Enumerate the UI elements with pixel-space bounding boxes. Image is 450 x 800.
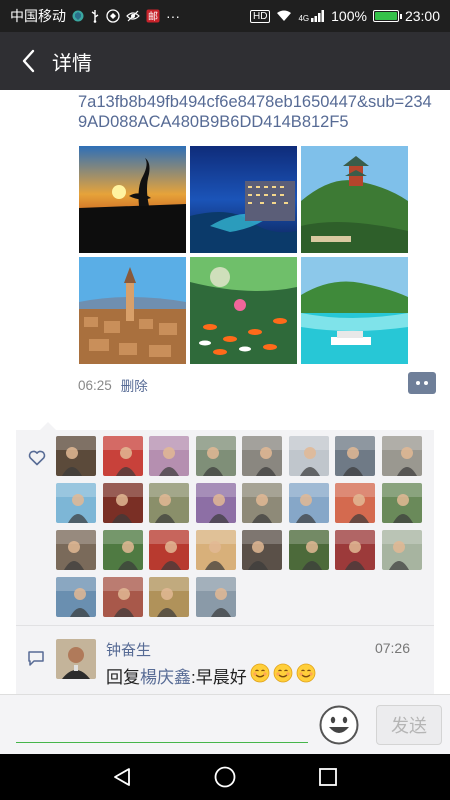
battery-percent: 100%	[331, 8, 367, 24]
liker-avatar[interactable]	[195, 530, 236, 570]
wifi-icon	[276, 10, 292, 22]
post-time: 06:25	[78, 377, 112, 393]
post-detail: 7a13fb8b49fb494cf6e8478eb1650447&sub=234…	[0, 90, 450, 694]
dot-icon	[424, 381, 428, 385]
liker-avatar[interactable]	[335, 530, 375, 570]
photo-pagoda-hill[interactable]	[301, 146, 408, 253]
photo-tropical-island[interactable]	[301, 257, 408, 364]
comment-author[interactable]: 钟奋生	[106, 639, 151, 660]
nav-back-button[interactable]	[102, 757, 142, 797]
comment-input-bar: 发送	[0, 694, 450, 754]
status-bar: 中国移动 邮 ··· HD 4G 100% 23:00	[0, 0, 450, 32]
caret	[40, 422, 56, 430]
post-meta: 06:25 删除	[78, 372, 436, 396]
photo-grid	[79, 146, 409, 364]
liker-avatar[interactable]	[149, 436, 189, 476]
post-link-text[interactable]: 7a13fb8b49fb494cf6e8478eb1650447&sub=234…	[78, 92, 438, 132]
liker-avatar[interactable]	[149, 483, 189, 523]
liker-avatar[interactable]	[381, 436, 422, 476]
photo-koi-pond[interactable]	[190, 257, 297, 364]
photo-sunset-crane[interactable]	[79, 146, 186, 253]
square-recent-icon	[319, 768, 338, 786]
liker-avatar[interactable]	[102, 436, 143, 476]
liker-avatar[interactable]	[242, 436, 282, 476]
comment-input[interactable]	[16, 703, 308, 743]
liker-avatar[interactable]	[381, 483, 422, 523]
comment-body: 回复 楊庆鑫 :早晨好	[106, 663, 316, 688]
comment-author-avatar[interactable]	[56, 639, 96, 679]
nav-recent-button[interactable]	[308, 757, 348, 797]
liker-avatar[interactable]	[288, 436, 329, 476]
delete-link[interactable]: 删除	[121, 375, 148, 395]
liker-avatar[interactable]	[102, 577, 143, 617]
network-type: 4G	[298, 14, 310, 23]
comment-section: 钟奋生 07:26 回复 楊庆鑫 :早晨好	[16, 627, 434, 694]
triangle-back-icon	[113, 768, 130, 786]
heart-icon	[28, 450, 46, 471]
liker-avatar[interactable]	[335, 436, 375, 476]
send-button[interactable]: 发送	[376, 705, 442, 745]
cell-signal-icon	[311, 10, 325, 22]
comment-icon	[28, 651, 44, 671]
smiley-icon	[319, 705, 359, 745]
liker-avatar[interactable]	[195, 483, 236, 523]
liker-avatar[interactable]	[102, 530, 143, 570]
comment-time: 07:26	[374, 640, 410, 656]
photo-night-coast[interactable]	[190, 146, 297, 253]
mail-app-icon: 邮	[146, 9, 160, 23]
smile-emoji-icon	[250, 663, 270, 683]
liker-avatar[interactable]	[56, 577, 96, 617]
liker-avatar[interactable]	[149, 577, 189, 617]
liker-avatar[interactable]	[56, 483, 96, 523]
interactions-box: 钟奋生 07:26 回复 楊庆鑫 :早晨好	[16, 422, 434, 694]
app-header: 详情	[0, 32, 450, 90]
liker-avatar[interactable]	[288, 530, 329, 570]
dot-icon	[416, 381, 420, 385]
liker-avatar[interactable]	[195, 577, 236, 617]
shield-app-icon	[72, 10, 84, 22]
usb-icon	[90, 9, 100, 23]
smile-emoji-icon	[273, 663, 293, 683]
battery-icon	[372, 10, 402, 22]
emoji-button[interactable]	[319, 705, 359, 745]
comment-menu-button[interactable]	[408, 372, 436, 394]
clock: 23:00	[404, 8, 440, 24]
liker-avatar[interactable]	[195, 436, 236, 476]
eye-off-icon	[126, 10, 140, 22]
more-notifications-icon: ···	[166, 8, 180, 24]
page-title: 详情	[52, 52, 92, 75]
liker-avatar[interactable]	[56, 436, 96, 476]
system-nav-bar	[0, 754, 450, 800]
signal-app-icon	[106, 9, 120, 23]
smile-emoji-icon	[296, 663, 316, 683]
liker-avatar[interactable]	[288, 483, 329, 523]
liker-avatar[interactable]	[242, 530, 282, 570]
carrier-label: 中国移动	[10, 8, 66, 24]
liker-avatar[interactable]	[149, 530, 189, 570]
hd-badge: HD	[250, 9, 271, 23]
liker-avatar[interactable]	[102, 483, 143, 523]
liker-avatar[interactable]	[56, 530, 96, 570]
chevron-left-icon	[22, 49, 35, 73]
liker-avatar[interactable]	[242, 483, 282, 523]
nav-home-button[interactable]	[205, 757, 245, 797]
liker-avatar[interactable]	[335, 483, 375, 523]
svg-text:邮: 邮	[148, 10, 158, 23]
liker-avatars	[56, 436, 432, 617]
photo-old-town-tower[interactable]	[79, 257, 186, 364]
screen: 中国移动 邮 ··· HD 4G 100% 23:00 详情 7a13fb8b4…	[0, 0, 450, 800]
reply-prefix: 回复	[106, 668, 140, 687]
back-button[interactable]	[6, 32, 50, 90]
emoji-row	[247, 663, 316, 688]
reply-to-name[interactable]: 楊庆鑫	[140, 663, 191, 688]
circle-home-icon	[214, 766, 236, 788]
liker-avatar[interactable]	[381, 530, 422, 570]
comment-text: :早晨好	[191, 668, 247, 687]
likes-section	[16, 430, 434, 626]
